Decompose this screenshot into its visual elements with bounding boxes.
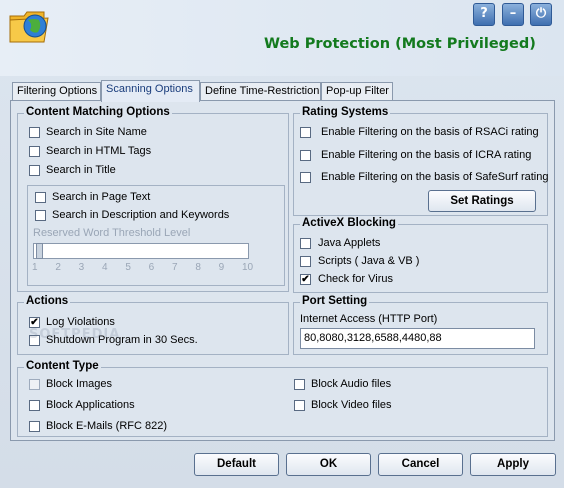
checkbox-label: Enable Filtering on the basis of RSACi r… [321,126,539,138]
minimize-icon: – [509,6,517,21]
folder-globe-icon [9,11,49,43]
page-text-subgroup: Search in Page Text Search in Descriptio… [27,185,285,286]
checkbox-label: Search in HTML Tags [46,145,152,157]
checkbox-box[interactable] [35,210,46,221]
threshold-tick-label: 1 [32,262,38,273]
checkbox-box[interactable] [300,238,311,249]
threshold-tick-label: 8 [195,262,201,273]
checkbox-label: Java Applets [318,237,381,249]
checkbox-box[interactable] [300,256,311,267]
port-setting-legend: Port Setting [300,295,370,307]
default-button[interactable]: Default [194,453,279,476]
checkbox-label: Check for Virus [318,273,393,285]
threshold-tick-label: 5 [125,262,131,273]
set-ratings-button[interactable]: Set Ratings [428,190,536,212]
threshold-tick-label: 9 [218,262,225,273]
header-bar: ? – ⏻ Web Protection (Most Privileged) [0,0,564,76]
threshold-tick-label: 4 [102,262,108,273]
checkbox-label: Search in Description and Keywords [52,209,230,221]
checkbox-box[interactable]: ✔ [300,274,311,285]
rating-systems-group: Rating Systems Enable Filtering on the b… [293,106,549,216]
checkbox-label: Scripts ( Java & VB ) [318,255,420,267]
content-matching-group: Content Matching Options Search in Site … [17,106,289,292]
checkbox-box[interactable] [29,379,40,390]
checkbox-box[interactable] [29,165,40,176]
actions-legend: Actions [24,295,71,307]
tab-popup-filter[interactable]: Pop-up Filter [321,82,393,100]
apply-button[interactable]: Apply [470,453,556,476]
content-matching-legend: Content Matching Options [24,106,172,118]
content-type-group: Content Type Block Images Block Applicat… [17,360,548,437]
checkbox-box[interactable] [35,192,46,203]
window-title: Web Protection (Most Privileged) [264,36,536,52]
port-setting-group: Port Setting Internet Access (HTTP Port)… [293,295,548,355]
cancel-button[interactable]: Cancel [378,453,463,476]
checkbox-box[interactable] [300,127,311,138]
checkbox-label: Enable Filtering on the basis of SafeSur… [321,171,549,183]
tab-scanning-options[interactable]: Scanning Options [101,80,200,102]
checkbox-label: Block Images [46,378,113,390]
threshold-ticks: 1 2 3 4 5 6 7 8 9 10 [32,262,254,276]
checkbox-label: Block E-Mails (RFC 822) [46,420,168,432]
threshold-tick-label: 7 [172,262,178,273]
minimize-button[interactable]: – [502,3,524,26]
checkbox-box[interactable] [29,400,40,411]
checkbox-label: Block Audio files [311,378,392,390]
help-button[interactable]: ? [473,3,495,26]
checkbox-box[interactable] [294,379,305,390]
checkbox-box[interactable] [294,400,305,411]
activex-group: ActiveX Blocking Java Applets Scripts ( … [293,217,548,293]
threshold-tick-label: 6 [148,262,155,273]
checkbox-label: Search in Page Text [52,191,151,203]
tab-filtering-options[interactable]: Filtering Options [12,82,101,100]
rating-systems-legend: Rating Systems [300,106,391,118]
threshold-tick-label: 2 [55,262,61,273]
tab-define-time-restriction[interactable]: Define Time-Restriction [200,82,321,100]
checkbox-box[interactable] [300,150,311,161]
checkbox-label: Search in Title [46,164,116,176]
slider-thumb[interactable] [36,243,43,259]
scanning-options-panel: Content Matching Options Search in Site … [10,100,555,441]
content-type-legend: Content Type [24,360,101,372]
checkbox-box[interactable] [29,127,40,138]
checkbox-label: Search in Site Name [46,126,147,138]
threshold-tick-label: 10 [242,262,254,273]
checkbox-box[interactable] [29,146,40,157]
power-button[interactable]: ⏻ [530,3,552,26]
checkbox-box[interactable] [29,421,40,432]
threshold-slider[interactable] [33,243,249,259]
activex-legend: ActiveX Blocking [300,217,398,229]
http-port-input[interactable]: 80,8080,3128,6588,4480,88 [300,328,535,349]
threshold-label: Reserved Word Threshold Level [33,227,191,239]
help-icon: ? [480,6,488,21]
ok-button[interactable]: OK [286,453,371,476]
checkbox-label: Block Video files [311,399,392,411]
checkbox-label: Enable Filtering on the basis of ICRA ra… [321,149,532,161]
threshold-tick-label: 3 [78,262,85,273]
http-port-label: Internet Access (HTTP Port) [300,313,438,325]
power-icon: ⏻ [535,6,547,21]
checkbox-box[interactable] [300,172,311,183]
checkbox-label: Block Applications [46,399,135,411]
softpedia-watermark: SOFTPEDIA [29,327,121,342]
